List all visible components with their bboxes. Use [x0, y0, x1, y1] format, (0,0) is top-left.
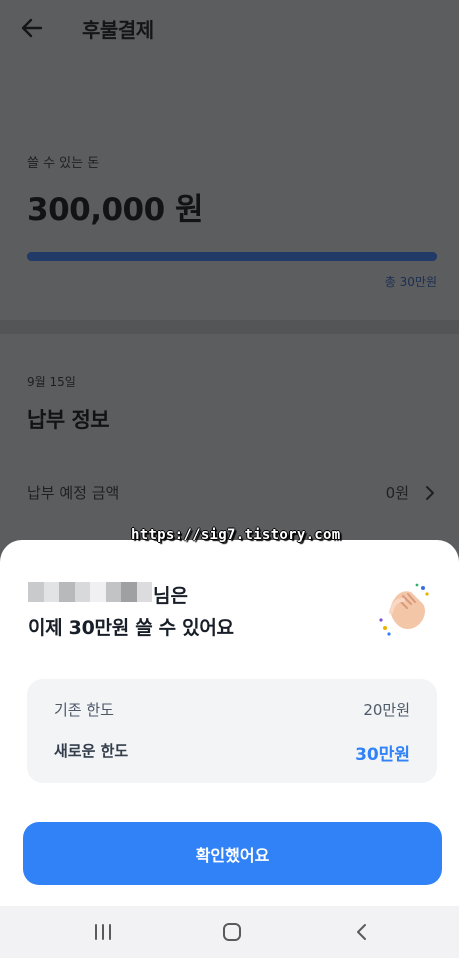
- app-header: 후불결제: [0, 0, 459, 56]
- recents-button[interactable]: [89, 918, 117, 946]
- payment-info-title: 납부 정보: [27, 408, 110, 432]
- due-amount-label: 납부 예정 금액: [27, 484, 120, 502]
- balance-amount: 300,000 원: [27, 192, 204, 228]
- sheet-headline: 이제 30만원 쓸 수 있어요: [28, 617, 234, 639]
- confirm-button[interactable]: 확인했어요: [23, 822, 442, 885]
- payment-date: 9월 15일: [27, 375, 76, 389]
- system-navigation-bar: [0, 906, 459, 958]
- previous-limit-row: 기존 한도 20만원: [54, 699, 410, 723]
- watermark-text: https://sig7.tistory.com: [131, 527, 341, 543]
- due-amount-value: 0원: [385, 484, 409, 502]
- total-limit-text: 총 30만원: [384, 275, 437, 289]
- balance-label: 쓸 수 있는 돈: [27, 156, 100, 171]
- back-icon: [357, 924, 366, 940]
- new-limit-label: 새로운 한도: [54, 742, 129, 760]
- limit-comparison-card: 기존 한도 20만원 새로운 한도 30만원: [27, 679, 437, 783]
- home-button[interactable]: [218, 918, 246, 946]
- previous-limit-value: 20만원: [363, 701, 410, 719]
- blurred-user-name: [28, 582, 152, 602]
- previous-limit-label: 기존 한도: [54, 701, 114, 719]
- recents-icon: [95, 924, 111, 940]
- new-limit-row: 새로운 한도 30만원: [54, 740, 410, 765]
- arrow-left-icon: [21, 18, 43, 38]
- limit-progress-bar: [27, 252, 437, 261]
- limit-progress-fill: [27, 252, 437, 261]
- section-divider: [0, 320, 459, 334]
- back-button[interactable]: [16, 12, 48, 44]
- system-back-button[interactable]: [348, 918, 376, 946]
- page-title: 후불결제: [82, 18, 154, 42]
- chevron-right-icon: [426, 486, 434, 500]
- new-limit-value: 30만원: [355, 745, 410, 765]
- home-icon: [223, 923, 241, 941]
- clapping-hands-icon: [379, 583, 429, 636]
- user-name-suffix: 님은: [153, 585, 188, 607]
- due-amount-row[interactable]: 납부 예정 금액 0원: [27, 482, 439, 506]
